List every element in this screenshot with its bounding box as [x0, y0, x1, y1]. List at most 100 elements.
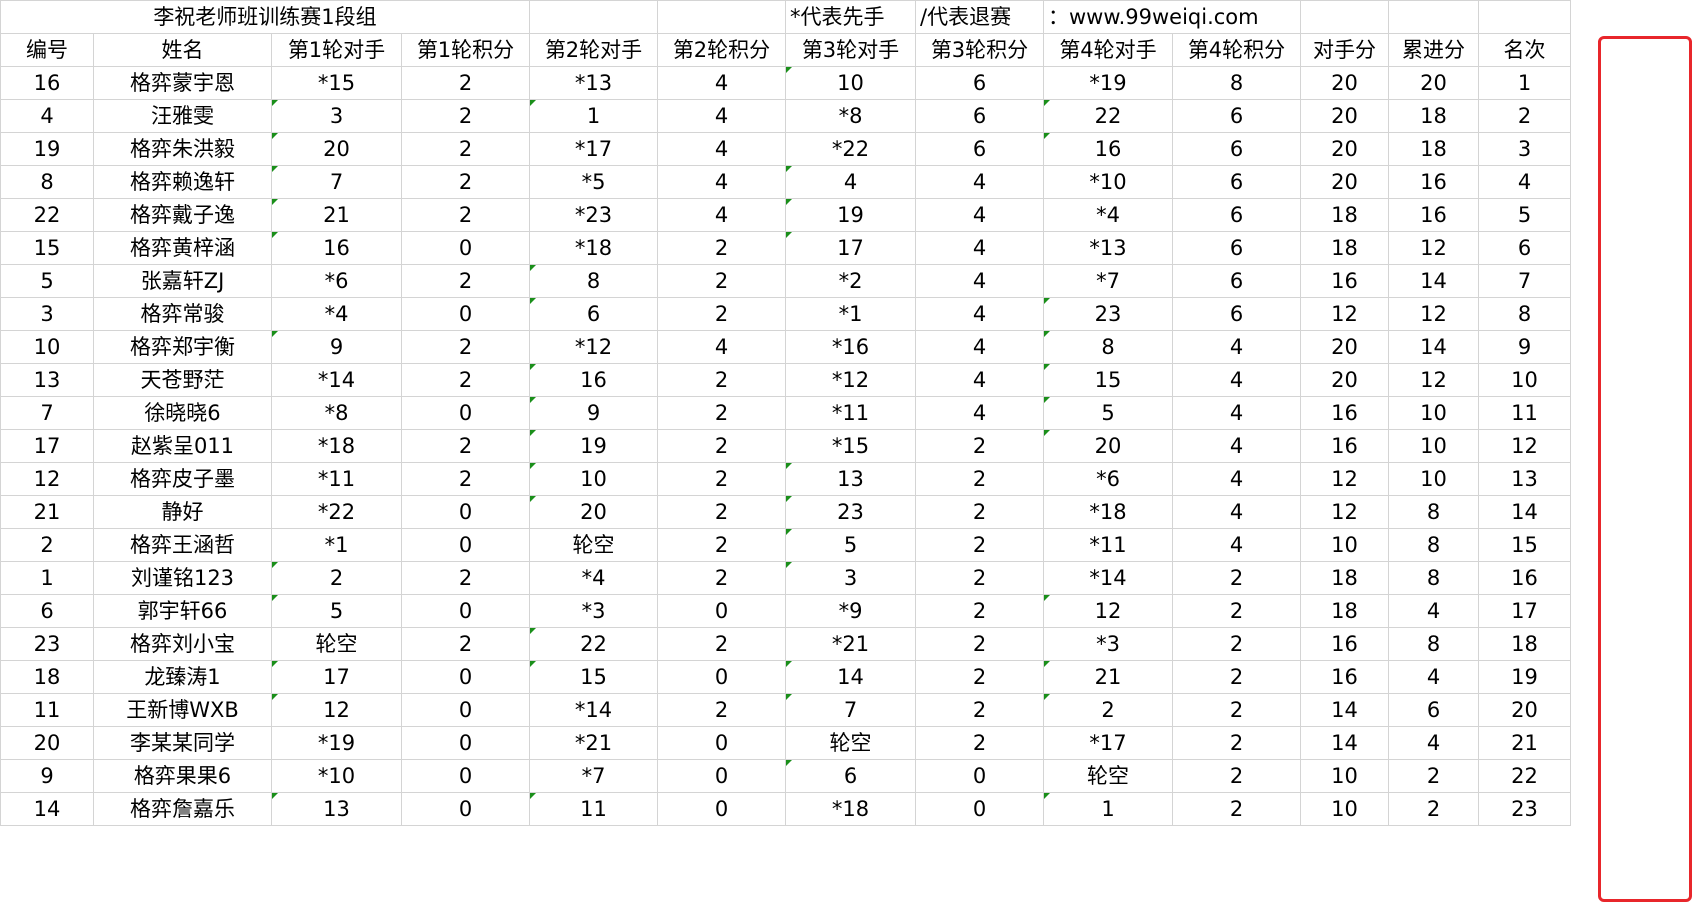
header-cell[interactable]: 第4轮对手 [1043, 33, 1173, 67]
table-cell[interactable]: 龙臻涛1 [93, 660, 272, 694]
table-cell[interactable]: 8 [1043, 330, 1173, 364]
table-cell[interactable]: 2 [1172, 561, 1301, 595]
table-cell[interactable]: 0 [657, 759, 786, 793]
table-cell[interactable]: 2 [915, 495, 1044, 529]
table-cell[interactable]: 0 [657, 660, 786, 694]
table-cell[interactable]: 2 [401, 627, 530, 661]
table-cell[interactable]: 10 [1388, 429, 1479, 463]
table-cell[interactable]: 16 [1300, 627, 1389, 661]
table-cell[interactable]: 16 [1043, 132, 1173, 166]
table-cell[interactable]: 6 [915, 99, 1044, 133]
table-cell[interactable]: 10 [529, 462, 658, 496]
table-cell[interactable]: 6 [1478, 231, 1571, 265]
table-cell[interactable]: *19 [271, 726, 402, 760]
table-cell[interactable]: 2 [401, 132, 530, 166]
table-cell[interactable]: 0 [657, 726, 786, 760]
table-cell[interactable]: *2 [785, 264, 916, 298]
table-cell[interactable]: 4 [657, 99, 786, 133]
table-cell[interactable]: 格弈果果6 [93, 759, 272, 793]
table-cell[interactable]: 2 [657, 396, 786, 430]
table-cell[interactable]: 22 [1478, 759, 1571, 793]
table-cell[interactable]: 2 [1172, 759, 1301, 793]
table-cell[interactable]: 2 [401, 165, 530, 199]
table-cell[interactable]: *18 [529, 231, 658, 265]
table-cell[interactable]: 15 [1478, 528, 1571, 562]
table-cell[interactable]: 23 [785, 495, 916, 529]
table-cell[interactable]: 18 [1300, 561, 1389, 595]
table-cell[interactable]: *14 [529, 693, 658, 727]
table-cell[interactable]: 11 [1478, 396, 1571, 430]
table-cell[interactable]: 8 [0, 165, 94, 199]
table-cell[interactable]: 4 [915, 396, 1044, 430]
table-cell[interactable]: 18 [1300, 231, 1389, 265]
table-cell[interactable]: 静好 [93, 495, 272, 529]
table-cell[interactable]: 4 [1388, 726, 1479, 760]
table-cell[interactable]: 0 [657, 594, 786, 628]
empty-cell[interactable] [529, 0, 658, 34]
table-cell[interactable]: 23 [1043, 297, 1173, 331]
table-cell[interactable]: 天苍野茫 [93, 363, 272, 397]
table-cell[interactable]: *13 [1043, 231, 1173, 265]
table-cell[interactable]: 1 [529, 99, 658, 133]
header-cell[interactable]: 第1轮积分 [401, 33, 530, 67]
table-cell[interactable]: 格弈郑宇衡 [93, 330, 272, 364]
header-cell[interactable]: 第2轮积分 [657, 33, 786, 67]
table-cell[interactable]: 2 [0, 528, 94, 562]
table-cell[interactable]: 2 [1172, 726, 1301, 760]
table-cell[interactable]: *3 [1043, 627, 1173, 661]
table-cell[interactable]: 4 [915, 198, 1044, 232]
table-cell[interactable]: 6 [785, 759, 916, 793]
note-withdraw-cell[interactable]: /代表退赛 [915, 0, 1044, 34]
table-cell[interactable]: *22 [785, 132, 916, 166]
table-cell[interactable]: 4 [915, 231, 1044, 265]
table-cell[interactable]: 7 [1478, 264, 1571, 298]
table-cell[interactable]: 赵紫呈011 [93, 429, 272, 463]
table-cell[interactable]: 6 [1172, 132, 1301, 166]
table-cell[interactable]: 4 [915, 330, 1044, 364]
note-site-cell[interactable]: ：www.99weiqi.com [1043, 0, 1301, 34]
table-cell[interactable]: 16 [271, 231, 402, 265]
table-cell[interactable]: 轮空 [785, 726, 916, 760]
table-cell[interactable]: 2 [657, 462, 786, 496]
table-cell[interactable]: 格弈黄梓涵 [93, 231, 272, 265]
table-cell[interactable]: 14 [1300, 726, 1389, 760]
table-cell[interactable]: 张嘉轩ZJ [93, 264, 272, 298]
header-cell[interactable]: 对手分 [1300, 33, 1389, 67]
table-cell[interactable]: 徐晓晓6 [93, 396, 272, 430]
table-cell[interactable]: 格弈常骏 [93, 297, 272, 331]
table-cell[interactable]: 0 [657, 792, 786, 826]
empty-cell[interactable] [1388, 0, 1479, 34]
table-cell[interactable]: 2 [1172, 693, 1301, 727]
table-cell[interactable]: 王新博WXB [93, 693, 272, 727]
header-cell[interactable]: 姓名 [93, 33, 272, 67]
table-cell[interactable]: 8 [1388, 561, 1479, 595]
table-cell[interactable]: 8 [1388, 627, 1479, 661]
table-cell[interactable]: 3 [785, 561, 916, 595]
table-cell[interactable]: 2 [915, 429, 1044, 463]
table-cell[interactable]: 5 [0, 264, 94, 298]
table-cell[interactable]: 20 [1388, 66, 1479, 100]
table-cell[interactable]: 17 [785, 231, 916, 265]
table-cell[interactable]: 2 [657, 528, 786, 562]
table-cell[interactable]: 14 [0, 792, 94, 826]
table-cell[interactable]: 23 [0, 627, 94, 661]
table-cell[interactable]: 17 [0, 429, 94, 463]
table-cell[interactable]: 2 [657, 231, 786, 265]
header-cell[interactable]: 第3轮积分 [915, 33, 1044, 67]
table-cell[interactable]: 2 [1172, 594, 1301, 628]
table-cell[interactable]: *12 [785, 363, 916, 397]
table-cell[interactable]: 16 [1300, 264, 1389, 298]
table-cell[interactable]: 10 [1388, 462, 1479, 496]
table-cell[interactable]: *7 [1043, 264, 1173, 298]
table-cell[interactable]: *11 [1043, 528, 1173, 562]
table-cell[interactable]: 2 [401, 462, 530, 496]
table-cell[interactable]: 6 [1172, 198, 1301, 232]
table-cell[interactable]: 2 [1478, 99, 1571, 133]
table-cell[interactable]: 12 [271, 693, 402, 727]
table-cell[interactable]: 2 [271, 561, 402, 595]
table-cell[interactable]: 20 [1300, 99, 1389, 133]
table-cell[interactable]: 12 [0, 462, 94, 496]
table-cell[interactable]: 19 [529, 429, 658, 463]
table-cell[interactable]: 4 [1172, 528, 1301, 562]
table-cell[interactable]: 4 [1172, 495, 1301, 529]
